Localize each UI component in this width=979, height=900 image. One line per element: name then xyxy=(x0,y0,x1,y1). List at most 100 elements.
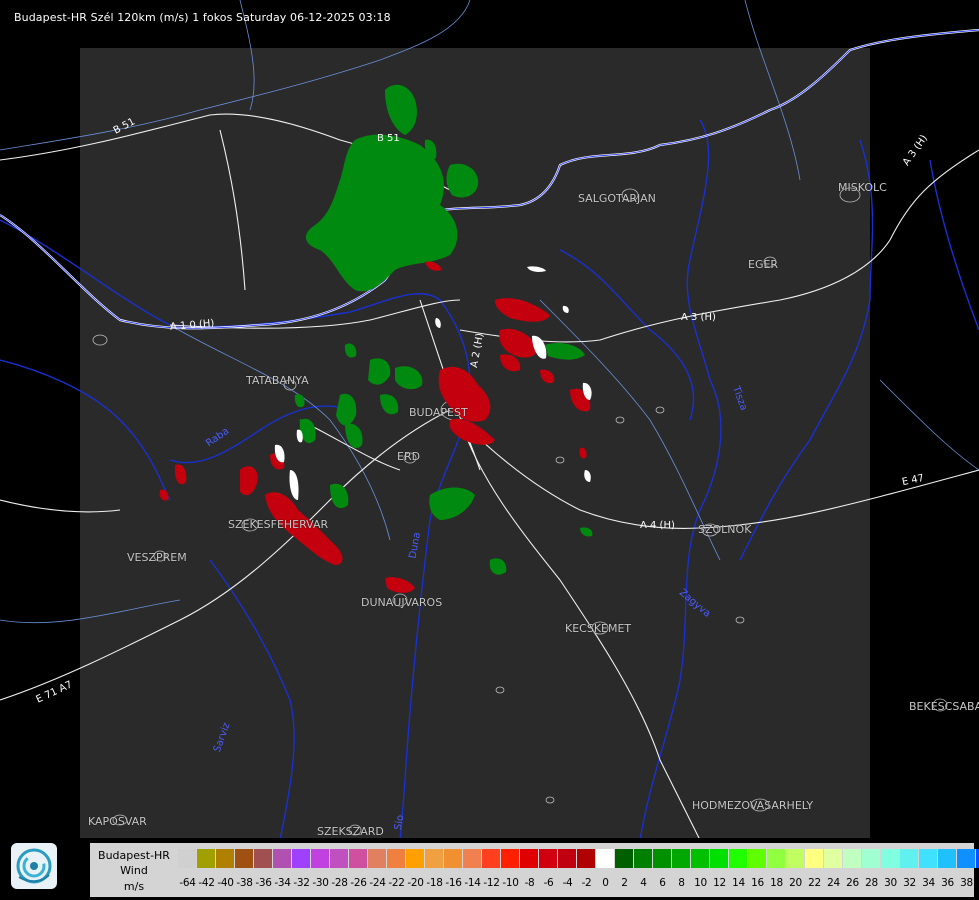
legend-tick-label: 32 xyxy=(903,877,916,889)
legend-swatch xyxy=(463,849,482,868)
legend-swatch xyxy=(672,849,691,868)
legend-tick-label: 28 xyxy=(865,877,878,889)
city-label: SZEKESFEHERVAR xyxy=(228,518,329,531)
road-label: B 51 xyxy=(377,133,400,144)
road-label: A 4 (H) xyxy=(640,520,675,531)
legend-tick-label: 6 xyxy=(659,877,666,889)
legend-tick-label: -40 xyxy=(217,877,234,889)
omsz-logo-icon xyxy=(11,843,57,889)
city-label: HODMEZOVASARHELY xyxy=(692,799,814,812)
color-legend: Budapest-HR Wind m/s -64 -42 -40 -38 -36 -34-… xyxy=(90,843,979,897)
legend-tick-label: 8 xyxy=(678,877,685,889)
legend-unit: m/s xyxy=(123,880,145,893)
legend-swatch xyxy=(216,849,235,868)
legend-swatches xyxy=(178,849,979,869)
legend-tick-label: 14 xyxy=(732,877,745,889)
legend-swatch xyxy=(615,849,634,868)
city-label: KAPOSVAR xyxy=(88,815,147,828)
city-label: TATABANYA xyxy=(246,374,309,387)
legend-swatch xyxy=(691,849,710,868)
legend-swatch xyxy=(710,849,729,868)
legend-tick-label: 0 xyxy=(602,877,609,889)
legend-swatch xyxy=(938,849,957,868)
legend-swatch xyxy=(292,849,311,868)
legend-tick-label: 20 xyxy=(789,877,802,889)
legend-tick-label: 10 xyxy=(694,877,707,889)
legend-tick-label: -10 xyxy=(502,877,519,889)
legend-tick-label: -34 xyxy=(274,877,291,889)
city-label: BUDAPEST xyxy=(409,406,468,419)
legend-tick-label: 26 xyxy=(846,877,859,889)
legend-swatch xyxy=(387,849,406,868)
legend-tick-label: -64 xyxy=(179,877,196,889)
page-title: Budapest-HR Szél 120km (m/s) 1 fokos Sat… xyxy=(14,11,391,24)
city-label: KECSKEMET xyxy=(565,622,632,635)
legend-tick-label: 30 xyxy=(884,877,897,889)
legend-station: Budapest-HR xyxy=(98,849,170,862)
legend-swatch xyxy=(558,849,577,868)
city-label: BEKESCSABA xyxy=(909,700,979,713)
legend-swatch xyxy=(235,849,254,868)
legend-tick-label: 38 xyxy=(960,877,973,889)
legend-swatch xyxy=(748,849,767,868)
legend-tick-label: -12 xyxy=(483,877,500,889)
legend-tick-label: -8 xyxy=(524,877,535,889)
legend-swatch xyxy=(653,849,672,868)
legend-tick-label: -32 xyxy=(293,877,310,889)
legend-tick-label: -24 xyxy=(369,877,386,889)
legend-swatch xyxy=(862,849,881,868)
legend-tick-label: -6 xyxy=(543,877,554,889)
legend-swatch xyxy=(957,849,976,868)
legend-quantity: Wind xyxy=(120,864,148,877)
legend-swatch xyxy=(729,849,748,868)
legend-swatch xyxy=(843,849,862,868)
legend-swatch xyxy=(273,849,292,868)
legend-tick-label: -38 xyxy=(236,877,253,889)
legend-swatch xyxy=(520,849,539,868)
legend-swatch xyxy=(425,849,444,868)
legend-swatch xyxy=(482,849,501,868)
legend-swatch xyxy=(805,849,824,868)
road-label: A 3 (H) xyxy=(681,312,716,323)
city-label: VESZPREM xyxy=(127,551,187,564)
legend-tick-label: -2 xyxy=(581,877,592,889)
legend-swatch xyxy=(444,849,463,868)
legend-tick-label: 12 xyxy=(713,877,726,889)
city-label: DUNAUJVAROS xyxy=(361,596,443,609)
legend-tick-label: 16 xyxy=(751,877,764,889)
legend-tick-label: -30 xyxy=(312,877,329,889)
legend-swatch xyxy=(824,849,843,868)
legend-swatch xyxy=(900,849,919,868)
legend-swatch xyxy=(919,849,938,868)
legend-swatch xyxy=(349,849,368,868)
legend-tick-label: -28 xyxy=(331,877,348,889)
legend-swatch xyxy=(254,849,273,868)
legend-ticks: -64 -42 -40 -38 -36 -34 -32 -30 -28 -26 -24 -22 -20-… xyxy=(178,877,979,891)
legend-tick-label: -42 xyxy=(198,877,215,889)
radar-map xyxy=(0,0,979,900)
legend-swatch xyxy=(406,849,425,868)
legend-tick-label: -20 xyxy=(407,877,424,889)
legend-tick-label: -22 xyxy=(388,877,405,889)
legend-swatch xyxy=(178,849,197,868)
legend-swatch xyxy=(577,849,596,868)
legend-tick-label: -26 xyxy=(350,877,367,889)
legend-tick-label: 24 xyxy=(827,877,840,889)
legend-swatch xyxy=(368,849,387,868)
legend-tick-label: 2 xyxy=(621,877,628,889)
legend-tick-label: -36 xyxy=(255,877,272,889)
legend-swatch xyxy=(501,849,520,868)
city-label: SZOLNOK xyxy=(698,523,752,536)
legend-tick-label: 22 xyxy=(808,877,821,889)
legend-swatch xyxy=(311,849,330,868)
legend-swatch xyxy=(881,849,900,868)
city-label: SZEKSZARD xyxy=(317,825,384,838)
legend-tick-label: 36 xyxy=(941,877,954,889)
legend-tick-label: 4 xyxy=(640,877,647,889)
legend-tick-label: 18 xyxy=(770,877,783,889)
legend-swatch xyxy=(596,849,615,868)
legend-swatch xyxy=(539,849,558,868)
legend-swatch xyxy=(330,849,349,868)
legend-tick-label: -16 xyxy=(445,877,462,889)
legend-tick-label: -14 xyxy=(464,877,481,889)
